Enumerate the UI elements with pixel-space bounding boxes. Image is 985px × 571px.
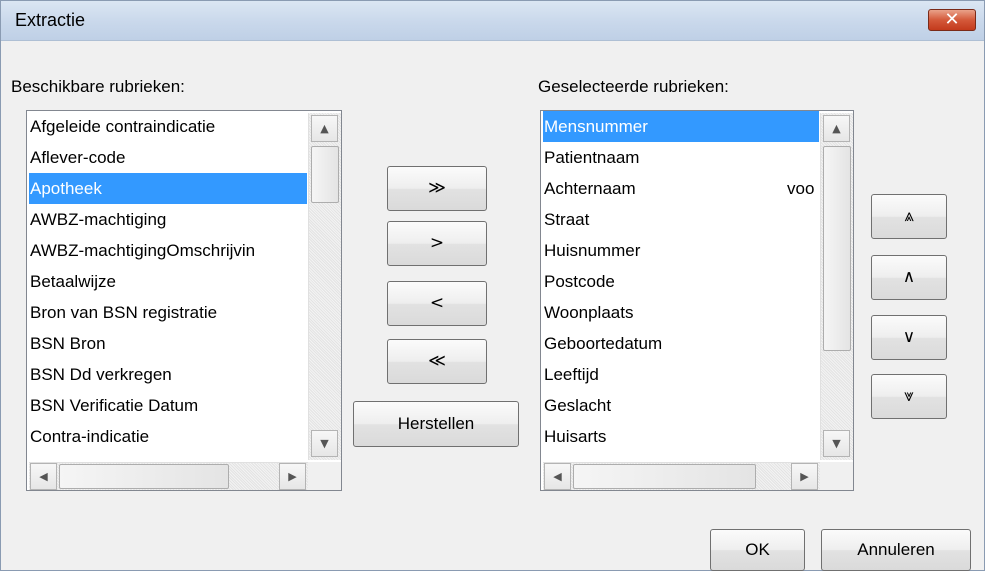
list-item[interactable]: Bron van BSN registratie — [29, 297, 307, 328]
list-item[interactable]: Huisarts — [543, 421, 819, 452]
list-item-label: Bron van BSN registratie — [30, 303, 218, 322]
list-item[interactable]: Patientnaam — [543, 142, 819, 173]
list-item[interactable]: BSN Verificatie Datum — [29, 390, 307, 421]
available-listbox[interactable]: Afgeleide contraindicatie Aflever-code Apo… — [26, 110, 342, 491]
list-item[interactable]: Mensnummer — [543, 111, 819, 142]
ok-label: OK — [745, 540, 770, 559]
herstellen-label: Herstellen — [397, 414, 475, 433]
scroll-right-icon[interactable]: ▶ — [279, 463, 306, 490]
selected-label: Geselecteerde rubrieken: — [538, 77, 729, 96]
list-item[interactable]: Contra-indicatie — [29, 421, 307, 452]
list-item-label: BSN Verificatie Datum — [30, 396, 199, 415]
list-item-label: Afgeleide contraindicatie — [30, 117, 216, 136]
list-item[interactable]: BSN Dd verkregen — [29, 359, 307, 390]
double-right-arrow-icon: ≫ — [428, 178, 446, 198]
selected-hscrollbar[interactable]: ◀ ▶ — [543, 462, 820, 490]
list-item-label: BSN Dd verkregen — [30, 365, 172, 384]
scroll-left-icon[interactable]: ◀ — [30, 463, 57, 490]
scroll-up-icon[interactable]: ▲ — [311, 115, 338, 142]
scroll-corner — [308, 462, 341, 490]
selected-items: Mensnummer Patientnaam Achternaam voo Straat… — [543, 111, 819, 452]
close-icon: ✕ — [944, 9, 960, 30]
dialog-title: Extractie — [15, 10, 86, 30]
list-item-label: AWBZ-machtigingOmschrijvin — [30, 241, 256, 260]
list-item-label: Mensnummer — [544, 117, 648, 136]
move-up-icon: ∧ — [902, 267, 916, 287]
list-item-label: Patientnaam — [544, 148, 640, 167]
selected-listbox[interactable]: Mensnummer Patientnaam Achternaam voo Straat… — [540, 110, 854, 491]
move-down-icon: ∨ — [902, 327, 916, 347]
list-item[interactable]: Geboortedatum — [543, 328, 819, 359]
list-item-label: Leeftijd — [544, 365, 599, 384]
list-item-label: Geslacht — [544, 396, 612, 415]
scroll-up-icon[interactable]: ▲ — [823, 115, 850, 142]
list-item-label: Huisarts — [544, 427, 607, 446]
left-arrow-icon: < — [429, 293, 445, 313]
list-item-label: Achternaam — [544, 179, 636, 198]
move-bottom-button[interactable]: ⩔ — [871, 374, 947, 419]
list-item-label: Betaalwijze — [30, 272, 116, 291]
cancel-label: Annuleren — [857, 540, 935, 559]
list-item-label: BSN Bron — [30, 334, 106, 353]
vscroll-thumb[interactable] — [823, 146, 851, 351]
list-item[interactable]: BSN Bron — [29, 328, 307, 359]
ok-button[interactable]: OK — [710, 529, 805, 571]
list-item-label: AWBZ-machtiging — [30, 210, 167, 229]
right-arrow-icon: > — [429, 233, 445, 253]
list-item[interactable]: AWBZ-machtiging — [29, 204, 307, 235]
list-item[interactable]: Afgeleide contraindicatie — [29, 111, 307, 142]
list-item[interactable]: AWBZ-machtigingOmschrijvin — [29, 235, 307, 266]
list-item-label: Geboortedatum — [544, 334, 663, 353]
add-button[interactable]: > — [387, 221, 487, 266]
list-item[interactable]: Betaalwijze — [29, 266, 307, 297]
extractie-dialog: Extractie ✕ Beschikbare rubrieken: Afgel… — [0, 0, 985, 571]
list-item[interactable]: Aflever-code — [29, 142, 307, 173]
list-item-label: Straat — [544, 210, 590, 229]
list-item[interactable]: Woonplaats — [543, 297, 819, 328]
move-top-icon: ⩓ — [904, 206, 914, 226]
close-button[interactable]: ✕ — [928, 9, 976, 31]
list-item[interactable]: Leeftijd — [543, 359, 819, 390]
selected-vscrollbar[interactable]: ▲ ▼ — [820, 113, 853, 460]
available-items: Afgeleide contraindicatie Aflever-code Apo… — [29, 111, 307, 452]
available-vscrollbar[interactable]: ▲ ▼ — [308, 113, 341, 460]
list-item-label: Huisnummer — [544, 241, 641, 260]
list-item-label: Woonplaats — [544, 303, 634, 322]
hscroll-thumb[interactable] — [573, 464, 756, 489]
list-item[interactable]: Apotheek — [29, 173, 307, 204]
scroll-down-icon[interactable]: ▼ — [311, 430, 338, 457]
list-item-label: Contra-indicatie — [30, 427, 150, 446]
scroll-down-icon[interactable]: ▼ — [823, 430, 850, 457]
list-item-label: Apotheek — [30, 179, 102, 198]
scroll-right-icon[interactable]: ▶ — [791, 463, 818, 490]
herstellen-button[interactable]: Herstellen — [353, 401, 519, 447]
title-bar: Extractie ✕ — [1, 1, 984, 41]
remove-button[interactable]: < — [387, 281, 487, 326]
double-left-arrow-icon: ≪ — [428, 351, 446, 371]
cancel-button[interactable]: Annuleren — [821, 529, 971, 571]
list-item[interactable]: Achternaam voo — [543, 173, 819, 204]
hscroll-thumb[interactable] — [59, 464, 229, 489]
move-down-button[interactable]: ∨ — [871, 315, 947, 360]
move-top-button[interactable]: ⩓ — [871, 194, 947, 239]
scroll-corner — [820, 462, 853, 490]
scroll-left-icon[interactable]: ◀ — [544, 463, 571, 490]
move-up-button[interactable]: ∧ — [871, 255, 947, 300]
list-item-extra: voo — [787, 179, 815, 198]
add-all-button[interactable]: ≫ — [387, 166, 487, 211]
list-item-label: Aflever-code — [30, 148, 126, 167]
list-item[interactable]: Geslacht — [543, 390, 819, 421]
move-bottom-icon: ⩔ — [904, 386, 914, 406]
list-item-label: Postcode — [544, 272, 615, 291]
vscroll-thumb[interactable] — [311, 146, 339, 203]
available-hscrollbar[interactable]: ◀ ▶ — [29, 462, 308, 490]
available-label: Beschikbare rubrieken: — [11, 77, 185, 96]
list-item[interactable]: Huisnummer — [543, 235, 819, 266]
list-item[interactable]: Straat — [543, 204, 819, 235]
remove-all-button[interactable]: ≪ — [387, 339, 487, 384]
list-item[interactable]: Postcode — [543, 266, 819, 297]
